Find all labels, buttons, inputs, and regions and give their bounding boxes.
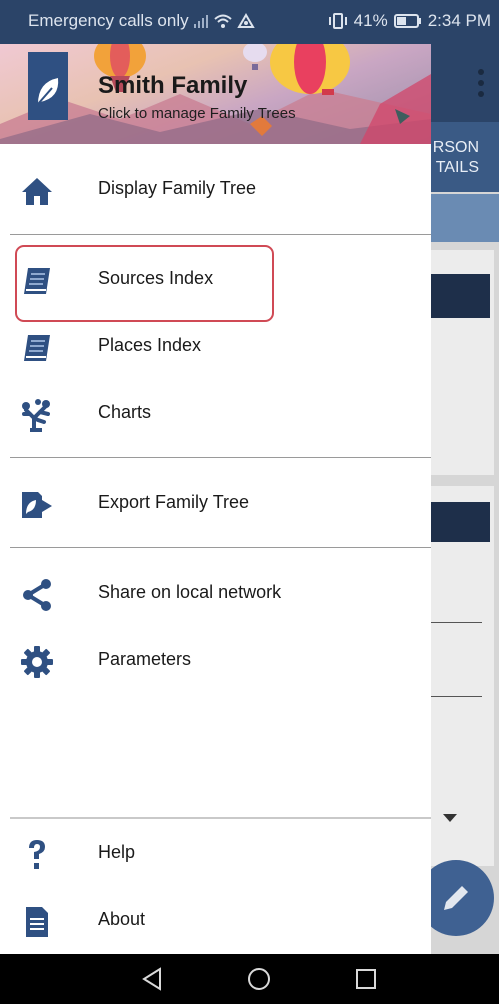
navigation-drawer: Smith Family Click to manage Family Tree…: [0, 44, 431, 954]
home-button-icon[interactable]: [246, 966, 272, 992]
tree-icon: [22, 399, 50, 432]
export-icon: [22, 492, 52, 518]
menu-divider: [10, 817, 431, 819]
gear-icon: [21, 646, 53, 678]
menu-item-label: Sources Index: [98, 268, 214, 288]
status-left: Emergency calls only: [28, 11, 255, 31]
recents-icon[interactable]: [353, 966, 379, 992]
system-nav-bar: [0, 954, 499, 1004]
menu-item-sources-index[interactable]: Sources Index: [0, 248, 431, 312]
menu-item-label: Export Family Tree: [98, 492, 250, 512]
help-icon: [29, 840, 45, 869]
tab-label-line2: TAILS: [435, 159, 479, 176]
menu-item-label: About: [98, 909, 146, 929]
menu-item-label: Places Index: [98, 335, 202, 355]
back-icon[interactable]: [140, 966, 166, 992]
carrier-text: Emergency calls only: [28, 11, 189, 30]
overflow-menu-icon[interactable]: [477, 68, 485, 98]
menu-item-label: Display Family Tree: [98, 178, 257, 198]
signal-icon: [193, 15, 208, 28]
share-icon: [23, 579, 51, 611]
family-tree-title: Smith Family: [98, 72, 248, 99]
menu-divider: [10, 547, 431, 548]
menu-item-help[interactable]: Help: [0, 822, 431, 886]
field-underline: [430, 696, 482, 697]
menu-item-export-family-tree[interactable]: Export Family Tree: [0, 472, 431, 536]
manage-family-trees-link[interactable]: Click to manage Family Trees: [98, 105, 296, 122]
clock: 2:34 PM: [427, 11, 491, 30]
menu-item-charts[interactable]: Charts: [0, 382, 431, 446]
pencil-icon: [444, 886, 468, 910]
vibrate-icon: [328, 13, 347, 29]
book-icon: [24, 335, 50, 361]
wifi-icon: [213, 14, 232, 28]
app-card-bar: [430, 502, 490, 542]
book-icon: [24, 268, 50, 294]
menu-divider: [10, 234, 431, 235]
status-bar: Emergency calls only 41% 2:34 PM: [0, 0, 499, 44]
leaf-icon: [37, 78, 59, 105]
menu-item-share-local-network[interactable]: Share on local network: [0, 562, 431, 626]
battery-percent: 41%: [353, 11, 388, 30]
tab-label-line1: RSON: [432, 139, 479, 156]
home-icon: [22, 178, 52, 205]
menu-item-label: Charts: [98, 402, 152, 422]
menu-item-places-index[interactable]: Places Index: [0, 315, 431, 379]
sync-icon: [236, 13, 255, 28]
drawer-header[interactable]: Smith Family Click to manage Family Tree…: [0, 44, 431, 144]
menu-item-label: Help: [98, 842, 136, 862]
dropdown-arrow-icon[interactable]: [443, 814, 457, 822]
app-logo: [28, 52, 68, 120]
menu-item-label: Parameters: [98, 649, 192, 669]
menu-item-display-family-tree[interactable]: Display Family Tree: [0, 158, 431, 222]
field-underline: [430, 622, 482, 623]
menu-item-about[interactable]: About: [0, 889, 431, 953]
app-card-bar: [430, 274, 490, 318]
tab-person-details[interactable]: RSON TAILS: [433, 138, 479, 178]
menu-divider: [10, 457, 431, 458]
battery-icon: [393, 14, 421, 28]
document-icon: [26, 907, 48, 937]
status-right: 41% 2:34 PM: [328, 11, 491, 31]
menu-item-label: Share on local network: [98, 582, 282, 602]
menu-item-parameters[interactable]: Parameters: [0, 629, 431, 693]
